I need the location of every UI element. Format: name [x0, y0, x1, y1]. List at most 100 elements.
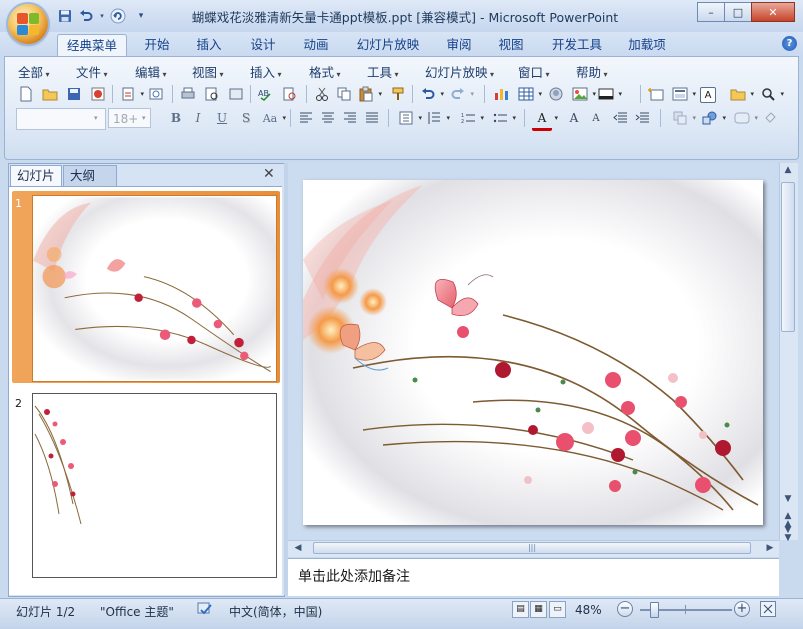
paste-icon[interactable] — [356, 84, 382, 104]
insert-chart-icon[interactable] — [492, 84, 512, 104]
fit-to-window-icon[interactable] — [760, 601, 776, 617]
print-preview-icon[interactable] — [202, 84, 222, 104]
zoom-in-button[interactable]: + — [734, 601, 750, 617]
zoom-level[interactable]: 48% — [575, 603, 602, 617]
undo-icon[interactable] — [418, 84, 444, 104]
shrink-font-button[interactable]: A — [586, 108, 606, 128]
slide-2-thumbnail[interactable] — [32, 393, 277, 578]
permission-icon[interactable] — [88, 84, 108, 104]
font-name-input[interactable] — [16, 108, 106, 130]
slide-1-thumbnail[interactable] — [32, 195, 277, 382]
help-icon[interactable]: ? — [782, 36, 797, 51]
tab-design[interactable]: 设计 — [244, 34, 282, 56]
insert-table-icon[interactable] — [516, 84, 542, 104]
align-right-icon[interactable] — [340, 108, 360, 128]
bold-button[interactable]: B — [166, 108, 186, 128]
maximize-button[interactable]: □ — [724, 2, 752, 22]
insert-textbox-icon[interactable] — [596, 84, 622, 104]
new-slide-icon[interactable] — [646, 84, 666, 104]
tab-classic-menu[interactable]: 经典菜单 — [57, 34, 127, 57]
menu-tools[interactable]: 工具 — [367, 62, 399, 81]
insert-picture-icon[interactable] — [570, 84, 596, 104]
next-slide-icon[interactable]: ▼ ▼ — [780, 526, 796, 543]
chevron-down-icon[interactable]: ▾ — [98, 7, 106, 25]
spelling-icon[interactable]: AB — [256, 84, 276, 104]
tab-addins[interactable]: 加载项 — [622, 34, 672, 56]
italic-button[interactable]: I — [188, 108, 208, 128]
publish-pdf-icon[interactable] — [146, 84, 166, 104]
cut-icon[interactable] — [312, 84, 332, 104]
zoom-slider-thumb[interactable] — [650, 602, 660, 618]
save-icon[interactable] — [56, 7, 74, 25]
horizontal-scroll-thumb[interactable]: ||| — [313, 542, 751, 554]
menu-edit[interactable]: 编辑 — [135, 62, 167, 81]
redo-icon[interactable] — [448, 84, 474, 104]
decrease-indent-icon[interactable] — [610, 108, 630, 128]
customize-icon[interactable]: ▾ — [136, 7, 146, 25]
insert-clipart-icon[interactable] — [546, 84, 566, 104]
new-document-icon[interactable] — [16, 84, 36, 104]
font-color-button[interactable]: A — [532, 108, 558, 131]
save-icon[interactable] — [64, 84, 84, 104]
numbered-list-icon[interactable]: 12 — [458, 108, 484, 128]
change-case-button[interactable]: Aa — [260, 108, 286, 128]
fill-color-icon[interactable] — [760, 108, 780, 128]
menu-insert[interactable]: 插入 — [250, 62, 282, 81]
text-direction-icon[interactable] — [396, 108, 422, 128]
align-center-icon[interactable] — [318, 108, 338, 128]
menu-window[interactable]: 窗口 — [518, 62, 550, 81]
folder-icon[interactable] — [728, 84, 754, 104]
menu-view[interactable]: 视图 — [192, 62, 224, 81]
tab-animations[interactable]: 动画 — [297, 34, 335, 56]
chevron-down-icon[interactable]: ▾ — [142, 114, 146, 122]
underline-button[interactable]: U — [212, 108, 232, 128]
tab-developer[interactable]: 开发工具 — [546, 34, 608, 56]
zoom-out-button[interactable]: − — [617, 601, 633, 617]
scroll-right-icon[interactable]: ▶ — [762, 543, 778, 553]
office-button[interactable] — [8, 4, 48, 44]
slide-sorter-icon[interactable]: ▦ — [530, 601, 547, 618]
tab-slideshow[interactable]: 幻灯片放映 — [352, 34, 424, 56]
language-indicator[interactable]: 中文(简体，中国) — [229, 603, 322, 620]
arrange-icon[interactable] — [670, 108, 696, 128]
tab-insert[interactable]: 插入 — [190, 34, 228, 56]
menu-file[interactable]: 文件 — [76, 62, 108, 81]
slide-layout-icon[interactable] — [670, 84, 696, 104]
vertical-scroll-thumb[interactable] — [781, 182, 795, 332]
scroll-up-icon[interactable]: ▲ — [780, 165, 796, 175]
increase-indent-icon[interactable] — [632, 108, 652, 128]
grayscale-icon[interactable] — [226, 84, 246, 104]
menu-slideshow[interactable]: 幻灯片放映 — [425, 62, 494, 81]
tab-review[interactable]: 审阅 — [440, 34, 478, 56]
close-button[interactable]: ✕ — [751, 2, 795, 22]
shadow-button[interactable]: S — [236, 108, 256, 128]
menu-help[interactable]: 帮助 — [576, 62, 608, 81]
email-icon[interactable] — [118, 84, 144, 104]
line-spacing-icon[interactable] — [424, 108, 450, 128]
minimize-button[interactable]: – — [697, 2, 725, 22]
format-painter-icon[interactable] — [388, 84, 408, 104]
shape-style-icon[interactable] — [732, 108, 758, 128]
bullet-list-icon[interactable] — [490, 108, 516, 128]
research-icon[interactable] — [280, 84, 300, 104]
print-icon[interactable] — [178, 84, 198, 104]
slideshow-view-icon[interactable]: ▭ — [549, 601, 566, 618]
spellcheck-icon[interactable] — [196, 601, 214, 620]
font-box-icon[interactable]: A — [700, 87, 716, 103]
notes-placeholder[interactable]: 单击此处添加备注 — [298, 566, 410, 586]
grow-font-button[interactable]: A — [564, 108, 584, 128]
open-folder-icon[interactable] — [40, 84, 60, 104]
search-icon[interactable] — [758, 84, 784, 104]
copy-icon[interactable] — [334, 84, 354, 104]
scroll-down-icon[interactable]: ▼ — [780, 494, 796, 504]
current-slide[interactable] — [303, 180, 763, 525]
justify-icon[interactable] — [362, 108, 382, 128]
align-left-icon[interactable] — [296, 108, 316, 128]
menu-format[interactable]: 格式 — [309, 62, 341, 81]
undo-icon[interactable] — [77, 7, 95, 25]
tab-view[interactable]: 视图 — [492, 34, 530, 56]
menu-all[interactable]: 全部 — [18, 62, 50, 81]
tab-home[interactable]: 开始 — [138, 34, 176, 56]
normal-view-icon[interactable]: ▤ — [512, 601, 529, 618]
tab-slides[interactable]: 幻灯片 — [10, 165, 62, 186]
